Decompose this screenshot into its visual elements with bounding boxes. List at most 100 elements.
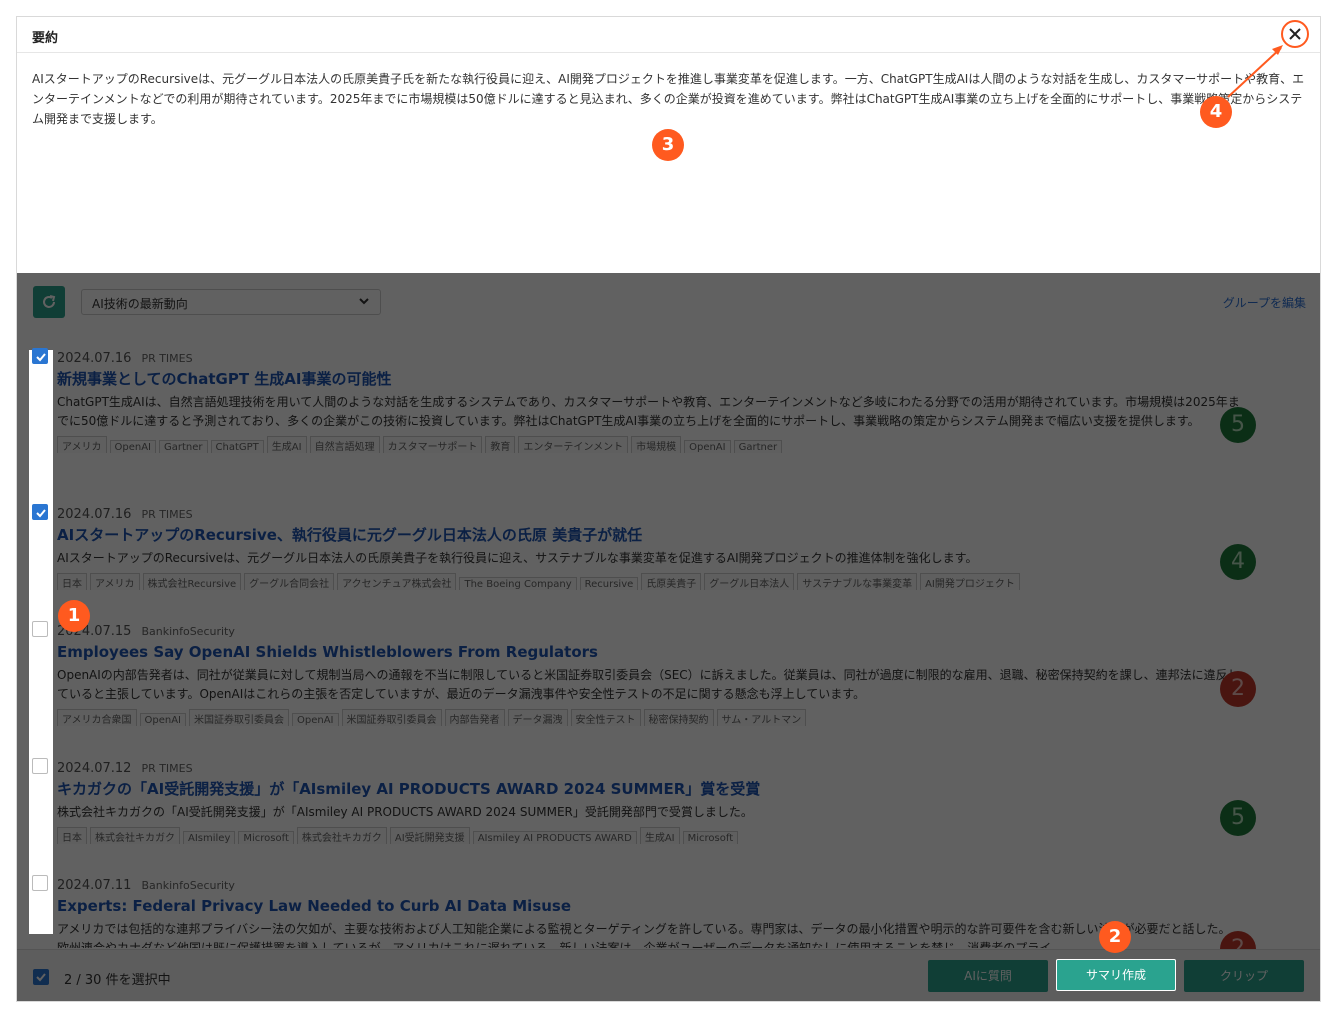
article-tag[interactable]: 内部告発者	[444, 709, 505, 726]
article-tag[interactable]: 安全性テスト	[570, 709, 641, 726]
article-tag[interactable]: 自然言語処理	[309, 436, 380, 453]
group-select[interactable]: AI技術の最新動向	[81, 289, 381, 315]
article-tag[interactable]: OpenAI	[109, 440, 156, 453]
group-select-value: AI技術の最新動向	[92, 297, 188, 311]
article-item: 2024.07.16 PR TIMES 新規事業としてのChatGPT 生成AI事…	[57, 351, 1317, 453]
ask-ai-button[interactable]: AIに質問	[928, 960, 1048, 992]
article-tag[interactable]: 生成AI	[266, 436, 307, 453]
article-body: アメリカでは包括的な連邦プライバシー法の欠如が、主要な技術および人工知能企業によ…	[57, 922, 1231, 948]
article-tag[interactable]: 日本	[57, 573, 87, 590]
score-badge: 2	[1220, 671, 1256, 707]
article-source: BankinfoSecurity	[141, 879, 235, 892]
selection-count: 2 / 30 件を選択中	[64, 973, 171, 988]
article-tag[interactable]: 株式会社キカガク	[90, 827, 180, 844]
article-title[interactable]: キカガクの「AI受託開発支援」が「AIsmiley AI PRODUCTS AW…	[57, 779, 1317, 799]
chevron-down-icon	[359, 298, 369, 305]
app-window: 要約 AIスタートアップのRecursiveは、元グーグル日本法人の氏原美貴子氏…	[16, 16, 1321, 1002]
article-tag[interactable]: グーグル日本法人	[704, 573, 795, 590]
article-tag[interactable]: エンターテインメント	[518, 436, 629, 453]
article-tag[interactable]: アメリカ	[90, 573, 140, 590]
article-tags: アメリカ OpenAI Gartner ChatGPT 生成AI 自然言語処理 カスタマーサ…	[57, 435, 1242, 453]
article-tag[interactable]: AIsmiley AI PRODUCTS AWARD	[472, 831, 637, 844]
create-summary-button[interactable]: サマリ作成	[1056, 959, 1176, 991]
article-checkbox[interactable]	[32, 348, 48, 364]
article-tag[interactable]: Microsoft	[238, 831, 294, 844]
article-tags: 日本 株式会社キカガク AIsmiley Microsoft 株式会社キカガク AI受託開…	[57, 826, 1242, 844]
article-tag[interactable]: Gartner	[733, 440, 783, 453]
refresh-icon	[43, 295, 56, 308]
article-tag[interactable]: カスタマーサポート	[382, 436, 483, 453]
checkbox-column	[29, 350, 53, 934]
article-tag[interactable]: The Boeing Company	[459, 577, 577, 590]
modal-title: 要約	[32, 31, 59, 46]
article-date: 2024.07.16	[57, 351, 132, 366]
clip-button[interactable]: クリップ	[1184, 960, 1304, 992]
article-tag[interactable]: OpenAI	[139, 713, 186, 726]
article-tag[interactable]: グーグル合同会社	[244, 573, 335, 590]
refresh-button[interactable]	[33, 286, 65, 318]
article-tag[interactable]: サステナブルな事業変革	[797, 573, 918, 590]
article-tag[interactable]: サム・アルトマン	[716, 709, 807, 726]
article-tag[interactable]: AI受託開発支援	[389, 827, 470, 844]
article-title[interactable]: Experts: Federal Privacy Law Needed to C…	[57, 896, 1317, 916]
annotation-badge-4: 4	[1200, 96, 1232, 128]
article-tag[interactable]: Gartner	[159, 440, 208, 453]
article-tag[interactable]: 株式会社キカガク	[296, 827, 387, 844]
news-list-panel: AI技術の最新動向 グループを編集 2024.07.16 PR TIMES 新規事…	[17, 273, 1320, 1001]
article-source: PR TIMES	[141, 352, 193, 365]
article-tag[interactable]: 日本	[57, 827, 87, 844]
article-body: ChatGPT生成AIは、自然言語処理技術を用いて人間のような対話を生成するシス…	[57, 395, 1240, 428]
article-date: 2024.07.16	[57, 507, 132, 522]
article-source: BankinfoSecurity	[141, 625, 235, 638]
article-tags: アメリカ合衆国 OpenAI 米国証券取引委員会 OpenAI 米国証券取引委員会 内部告…	[57, 708, 1242, 726]
article-tag[interactable]: AI開発プロジェクト	[920, 573, 1020, 590]
article-tag[interactable]: OpenAI	[684, 440, 731, 453]
article-date: 2024.07.12	[57, 761, 132, 776]
article-checkbox[interactable]	[32, 758, 48, 774]
check-icon	[36, 973, 46, 982]
annotation-badge-2: 2	[1099, 921, 1131, 953]
article-tag[interactable]: OpenAI	[292, 713, 339, 726]
article-tag[interactable]: 秘密保持契約	[643, 709, 714, 726]
article-tag[interactable]: アクセンチュア株式会社	[337, 573, 457, 590]
article-body: 株式会社キカガクの「AI受託開発支援」が「AIsmiley AI PRODUCT…	[57, 805, 753, 819]
score-badge: 5	[1220, 407, 1256, 443]
article-tag[interactable]: アメリカ	[57, 436, 107, 453]
article-tag[interactable]: Recursive	[579, 577, 639, 590]
article-tag[interactable]: 教育	[485, 436, 516, 453]
article-tag[interactable]: アメリカ合衆国	[57, 709, 137, 726]
check-icon	[36, 353, 46, 362]
score-badge: 4	[1220, 544, 1256, 580]
toolbar: AI技術の最新動向 グループを編集	[17, 273, 1320, 333]
article-tag[interactable]: データ漏洩	[507, 709, 568, 726]
summary-text: AIスタートアップのRecursiveは、元グーグル日本法人の氏原美貴子氏を新た…	[32, 72, 1305, 126]
select-all-checkbox[interactable]	[33, 969, 49, 985]
article-tag[interactable]: 氏原美貴子	[641, 573, 702, 590]
article-tag[interactable]: 米国証券取引委員会	[341, 709, 442, 726]
article-tag[interactable]: AIsmiley	[183, 831, 236, 844]
article-tag[interactable]: Microsoft	[682, 831, 739, 844]
article-tag[interactable]: ChatGPT	[210, 440, 264, 453]
article-title[interactable]: Employees Say OpenAI Shields Whistleblow…	[57, 642, 1317, 662]
article-tags: 日本 アメリカ 株式会社Recursive グーグル合同会社 アクセンチュア株式会社 Th…	[57, 572, 1242, 590]
article-title[interactable]: 新規事業としてのChatGPT 生成AI事業の可能性	[57, 369, 1317, 389]
article-date: 2024.07.11	[57, 878, 132, 893]
article-tag[interactable]: 米国証券取引委員会	[189, 709, 289, 726]
close-icon	[1289, 28, 1301, 40]
edit-group-link[interactable]: グループを編集	[1223, 294, 1306, 311]
article-tag[interactable]: 市場規模	[631, 436, 682, 453]
article-checkbox[interactable]	[32, 504, 48, 520]
article-tag[interactable]: 株式会社Recursive	[142, 573, 242, 590]
article-checkbox[interactable]	[32, 875, 48, 891]
article-checkbox[interactable]	[32, 621, 48, 637]
article-body: OpenAIの内部告発者は、同社が従業員に対して規制当局への通報を不当に制限して…	[57, 668, 1240, 701]
article-body: AIスタートアップのRecursiveは、元グーグル日本法人の氏原美貴子を執行役…	[57, 551, 978, 565]
article-item: 2024.07.16 PR TIMES AIスタートアップのRecursive、執…	[57, 507, 1317, 590]
close-button[interactable]	[1281, 20, 1309, 48]
article-source: PR TIMES	[141, 508, 193, 521]
annotation-badge-1: 1	[58, 600, 90, 632]
article-item: 2024.07.12 PR TIMES キカガクの「AI受託開発支援」が「AIsm…	[57, 761, 1317, 844]
article-tag[interactable]: 生成AI	[639, 827, 680, 844]
score-badge: 5	[1220, 800, 1256, 836]
article-title[interactable]: AIスタートアップのRecursive、執行役員に元グーグル日本法人の氏原 美貴…	[57, 525, 1317, 545]
